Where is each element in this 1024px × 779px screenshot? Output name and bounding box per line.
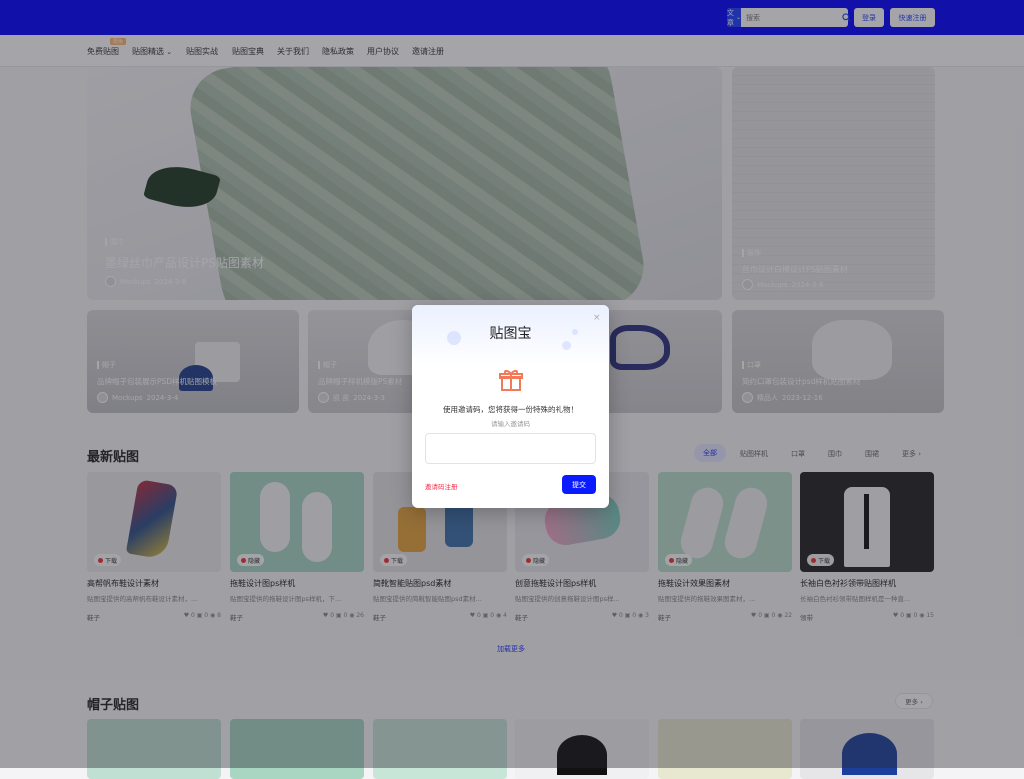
invite-modal: 贴图宝 × 使用邀请码，您将获得一份特殊的礼物！ 请输入邀请码 邀请码注册 提交 xyxy=(412,305,609,508)
gift-icon xyxy=(499,370,523,391)
modal-hint: 请输入邀请码 xyxy=(491,420,530,428)
close-icon[interactable]: × xyxy=(593,313,601,323)
modal-title: 贴图宝 xyxy=(489,326,532,342)
invite-register-link[interactable]: 邀请码注册 xyxy=(425,481,458,491)
invite-code-input[interactable] xyxy=(425,433,596,464)
submit-button[interactable]: 提交 xyxy=(562,475,596,494)
modal-message: 使用邀请码，您将获得一份特殊的礼物！ xyxy=(443,405,578,414)
